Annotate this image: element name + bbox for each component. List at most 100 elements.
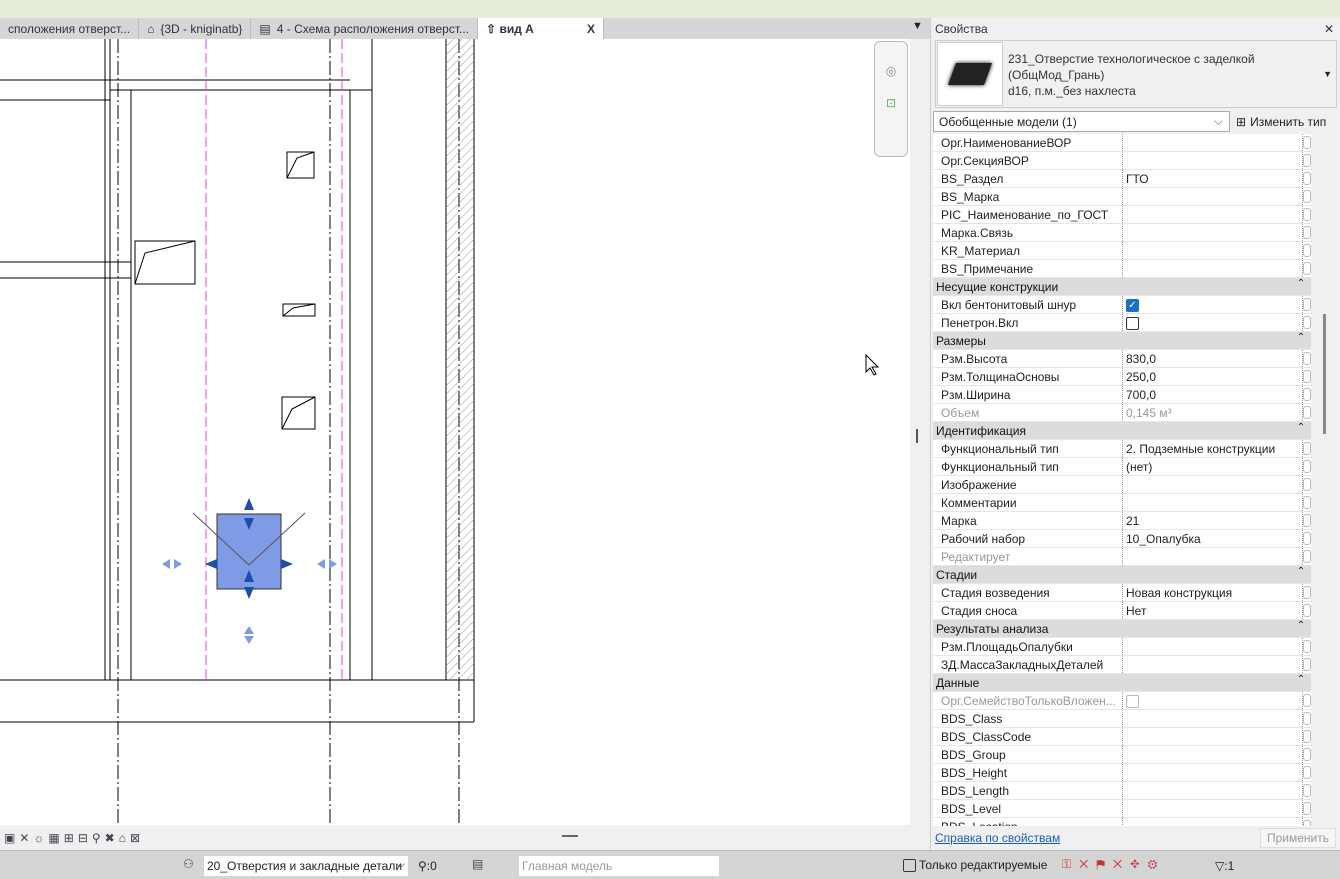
edit-handle[interactable] (1303, 460, 1311, 473)
edit-handle[interactable] (1303, 820, 1311, 826)
edit-handle[interactable] (1303, 190, 1311, 203)
checkbox[interactable] (903, 859, 916, 872)
property-value[interactable]: Новая конструкция (1126, 586, 1232, 600)
worksets-icon[interactable]: ⚇ (183, 857, 194, 871)
reveal-hidden-icon[interactable]: ✖ (105, 831, 115, 845)
property-name: Марка.Связь (933, 224, 1123, 241)
edit-handle[interactable] (1303, 406, 1311, 419)
edit-handle[interactable] (1303, 154, 1311, 167)
active-workset-select[interactable]: 20_Отверстия и закладные детали (204, 856, 408, 876)
drawing-canvas[interactable]: ◎ ⊡ (0, 39, 910, 825)
resize-handle[interactable] (562, 835, 578, 837)
edit-handle[interactable] (1303, 694, 1311, 707)
edit-handle[interactable] (1303, 730, 1311, 743)
edit-handle[interactable] (1303, 640, 1311, 653)
edit-handle[interactable] (1303, 784, 1311, 797)
property-name: BS_Раздел (933, 170, 1123, 187)
edit-handle[interactable] (1303, 370, 1311, 383)
edit-handle[interactable] (1303, 586, 1311, 599)
edit-handle[interactable] (1303, 262, 1311, 275)
properties-scrollbar[interactable] (1313, 134, 1337, 826)
edit-handle[interactable] (1303, 658, 1311, 671)
collapse-icon[interactable]: ⌃ (1291, 674, 1311, 691)
crop-view-icon[interactable]: ⊞ (64, 831, 74, 845)
edit-handle[interactable] (1303, 244, 1311, 257)
group-label: Стадии (936, 568, 978, 582)
tab-menu-icon[interactable]: ▼ (912, 20, 924, 32)
temporary-hide-icon[interactable]: ⚲ (92, 831, 101, 845)
property-group-header[interactable]: Стадии ⌃ (933, 566, 1311, 584)
property-name: Редактирует (933, 548, 1123, 565)
collapse-icon[interactable]: ⌃ (1291, 332, 1311, 349)
edit-handle[interactable] (1303, 298, 1311, 311)
steering-wheel-icon[interactable]: ◎ (875, 64, 907, 78)
property-value[interactable]: 830,0 (1126, 352, 1156, 366)
collapse-icon[interactable]: ⌃ (1291, 566, 1311, 583)
selection-toggle-icons[interactable]: ⚿✕⚑✕✥⚙ (1062, 857, 1165, 872)
property-value[interactable]: (нет) (1126, 460, 1152, 474)
tab-view-a[interactable]: ⇧ вид А X (478, 18, 605, 39)
tab-close-button[interactable]: X (587, 22, 595, 36)
filter-icon[interactable]: ▽ (1215, 859, 1224, 873)
design-options-icon[interactable]: ▤ (472, 857, 483, 871)
only-editable-toggle[interactable]: Только редактируемые (903, 858, 1047, 872)
properties-help-link[interactable]: Справка по свойствам (935, 831, 1060, 845)
close-icon[interactable]: ✕ (1324, 22, 1334, 36)
property-group-header[interactable]: Несущие конструкции ⌃ (933, 278, 1311, 296)
property-group-header[interactable]: Размеры ⌃ (933, 332, 1311, 350)
edit-handle[interactable] (1303, 442, 1311, 455)
edit-handle[interactable] (1303, 604, 1311, 617)
edit-handle[interactable] (1303, 226, 1311, 239)
show-crop-icon[interactable]: ⊟ (78, 831, 88, 845)
property-value[interactable]: 10_Опалубка (1126, 532, 1201, 546)
property-value[interactable]: 700,0 (1126, 388, 1156, 402)
collapse-icon[interactable]: ⌃ (1291, 278, 1311, 295)
property-value[interactable]: ГТО (1126, 172, 1149, 186)
edit-handle[interactable] (1303, 208, 1311, 221)
property-group-header[interactable]: Данные ⌃ (933, 674, 1311, 692)
collapse-icon[interactable]: ⌃ (1291, 620, 1311, 637)
category-filter-select[interactable]: Обобщенные модели (1) ⌵ (933, 111, 1230, 132)
analytical-model-icon[interactable]: ⌂ (119, 831, 126, 845)
tab-plan[interactable]: сположения отверст... (0, 18, 140, 39)
property-checkbox[interactable] (1126, 317, 1139, 330)
edit-handle[interactable] (1303, 712, 1311, 725)
canvas-scrollbar[interactable] (910, 39, 930, 825)
type-selector[interactable]: 231_Отверстие технологическое с заделкой… (935, 40, 1337, 108)
edit-type-button[interactable]: ⊞ Изменить тип (1236, 111, 1326, 132)
edit-handle[interactable] (1303, 316, 1311, 329)
collapse-icon[interactable]: ⌃ (1291, 422, 1311, 439)
tab-sheet[interactable]: ▤ 4 - Схема расположения отверст... (251, 18, 479, 39)
property-value[interactable]: 21 (1126, 514, 1139, 528)
dropdown-arrow-icon[interactable]: ▼ (1323, 69, 1332, 79)
edit-handle[interactable] (1303, 766, 1311, 779)
property-value[interactable]: 250,0 (1126, 370, 1156, 384)
property-checkbox[interactable]: ✓ (1126, 299, 1139, 312)
edit-handle[interactable] (1303, 478, 1311, 491)
property-group-header[interactable]: Идентификация ⌃ (933, 422, 1311, 440)
edit-handle[interactable] (1303, 532, 1311, 545)
constraints-icon[interactable]: ⊠ (130, 831, 140, 845)
property-group-header[interactable]: Результаты анализа ⌃ (933, 620, 1311, 638)
detail-level-icon[interactable]: ▣ (4, 831, 15, 845)
edit-handle[interactable] (1303, 352, 1311, 365)
edit-handle[interactable] (1303, 802, 1311, 815)
property-value[interactable]: 2. Подземные конструкции (1126, 442, 1275, 456)
edit-handle[interactable] (1303, 550, 1311, 563)
edit-handle[interactable] (1303, 514, 1311, 527)
property-value[interactable]: Нет (1126, 604, 1146, 618)
apply-button[interactable]: Применить (1259, 828, 1336, 848)
chevron-down-icon[interactable]: ⌵ (396, 857, 405, 872)
edit-handle[interactable] (1303, 496, 1311, 509)
edit-handle[interactable] (1303, 748, 1311, 761)
visual-style-icon[interactable]: ✕ (19, 831, 29, 845)
navigation-bar[interactable]: ◎ ⊡ (874, 41, 908, 157)
zoom-icon[interactable]: ⊡ (875, 96, 907, 110)
edit-handle[interactable] (1303, 136, 1311, 149)
tab-3d[interactable]: ⌂ {3D - kniginatb} (139, 18, 252, 39)
shadows-icon[interactable]: ▦ (48, 831, 59, 845)
design-option-select[interactable]: Главная модель (519, 856, 719, 876)
edit-handle[interactable] (1303, 172, 1311, 185)
edit-handle[interactable] (1303, 388, 1311, 401)
sun-path-icon[interactable]: ☼ (33, 831, 44, 845)
